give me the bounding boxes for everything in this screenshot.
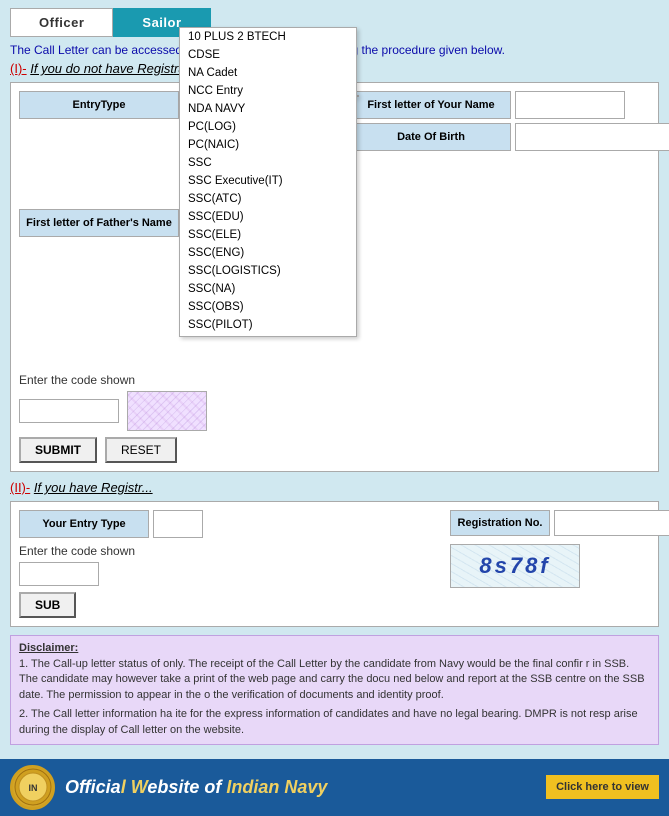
disclaimer-line2: 2. The Call letter information ha ite fo… bbox=[19, 707, 650, 738]
dropdown-item[interactable]: 10 PLUS 2 BTECH bbox=[180, 28, 356, 46]
first-letter-name-input[interactable] bbox=[515, 91, 625, 119]
section1-box: EntryType ✓ --Select-- First letter of Y… bbox=[10, 82, 659, 472]
dropdown-item[interactable]: SSC(EDU) bbox=[180, 208, 356, 226]
dropdown-item[interactable]: SSC(PILOT) bbox=[180, 316, 356, 334]
captcha-label: Enter the code shown bbox=[19, 373, 650, 387]
section2-right: Registration No. 8s78f bbox=[450, 510, 650, 618]
section2-title: (II)- If you have Registr... bbox=[10, 480, 659, 495]
section2-captcha-section: Enter the code shown bbox=[19, 544, 440, 586]
dropdown-item[interactable]: SSC(NA) bbox=[180, 280, 356, 298]
dropdown-item[interactable]: SSC(LOGISTICS) bbox=[180, 262, 356, 280]
dropdown-item[interactable]: PC(NAIC) bbox=[180, 136, 356, 154]
section2-captcha-image: 8s78f bbox=[450, 544, 580, 588]
footer-button[interactable]: Click here to view bbox=[546, 775, 659, 799]
reg-no-label: Registration No. bbox=[450, 510, 550, 536]
right-fields: First letter of Your Name Date Of Birth … bbox=[351, 91, 625, 151]
footer-text: Official Website of Indian Navy bbox=[65, 777, 536, 798]
captcha-section: Enter the code shown bbox=[19, 373, 650, 431]
captcha-image bbox=[127, 391, 207, 431]
disclaimer-box: Disclaimer: 1. The Call-up letter status… bbox=[10, 635, 659, 745]
dropdown-item[interactable]: SSC Executive(IT) bbox=[180, 172, 356, 190]
section2-entry-label: Your Entry Type bbox=[19, 510, 149, 538]
dob-label: Date Of Birth bbox=[351, 123, 511, 151]
section2-captcha-input[interactable] bbox=[19, 562, 99, 586]
reset-button[interactable]: RESET bbox=[105, 437, 177, 463]
section2-captcha-label: Enter the code shown bbox=[19, 544, 440, 558]
svg-text:IN: IN bbox=[28, 783, 37, 793]
first-letter-name-label: First letter of Your Name bbox=[351, 91, 511, 119]
section2-inner: Your Entry Type --Se Enter the code show… bbox=[19, 510, 650, 618]
dropdown-item[interactable]: SSC{GS(Hydro)} bbox=[180, 334, 356, 337]
dropdown-item[interactable]: NDA NAVY bbox=[180, 100, 356, 118]
submit-button[interactable]: SUBMIT bbox=[19, 437, 97, 463]
dropdown-item[interactable]: CDSE bbox=[180, 46, 356, 64]
dropdown-item[interactable]: SSC(ELE) bbox=[180, 226, 356, 244]
dropdown-item[interactable]: SSC bbox=[180, 154, 356, 172]
disclaimer-title: Disclaimer: bbox=[19, 642, 650, 654]
section2-title-text: If you have Registr... bbox=[34, 480, 153, 495]
captcha-input[interactable] bbox=[19, 399, 119, 423]
footer-logo: IN bbox=[10, 765, 55, 810]
captcha-value: 8s78f bbox=[479, 553, 550, 579]
disclaimer-line1: 1. The Call-up letter status of only. Th… bbox=[19, 657, 650, 703]
dropdown-open-menu[interactable]: 10 PLUS 2 BTECH CDSE NA Cadet NCC Entry … bbox=[179, 27, 357, 337]
dropdown-item[interactable]: NCC Entry bbox=[180, 82, 356, 100]
dob-input[interactable] bbox=[515, 123, 669, 151]
dropdown-item[interactable]: PC(LOG) bbox=[180, 118, 356, 136]
dropdown-item[interactable]: NA Cadet bbox=[180, 64, 356, 82]
dropdown-item[interactable]: SSC(OBS) bbox=[180, 298, 356, 316]
dropdown-wrapper: 10 PLUS 2 BTECH CDSE NA Cadet NCC Entry … bbox=[19, 27, 650, 337]
dropdown-item[interactable]: SSC(ATC) bbox=[180, 190, 356, 208]
main-content: The Call Letter can be accessed through … bbox=[0, 37, 669, 759]
section2-title-prefix: (II)- bbox=[10, 480, 30, 495]
section2-entry-input[interactable]: --Se bbox=[153, 510, 203, 538]
dropdown-item[interactable]: SSC(ENG) bbox=[180, 244, 356, 262]
reg-no-input[interactable] bbox=[554, 510, 669, 536]
father-name-label: First letter of Father's Name bbox=[19, 209, 179, 237]
section2-box: Your Entry Type --Se Enter the code show… bbox=[10, 501, 659, 627]
button-row: SUBMIT RESET bbox=[19, 437, 650, 463]
section2-left: Your Entry Type --Se Enter the code show… bbox=[19, 510, 440, 618]
footer: IN Official Website of Indian Navy Click… bbox=[0, 759, 669, 816]
